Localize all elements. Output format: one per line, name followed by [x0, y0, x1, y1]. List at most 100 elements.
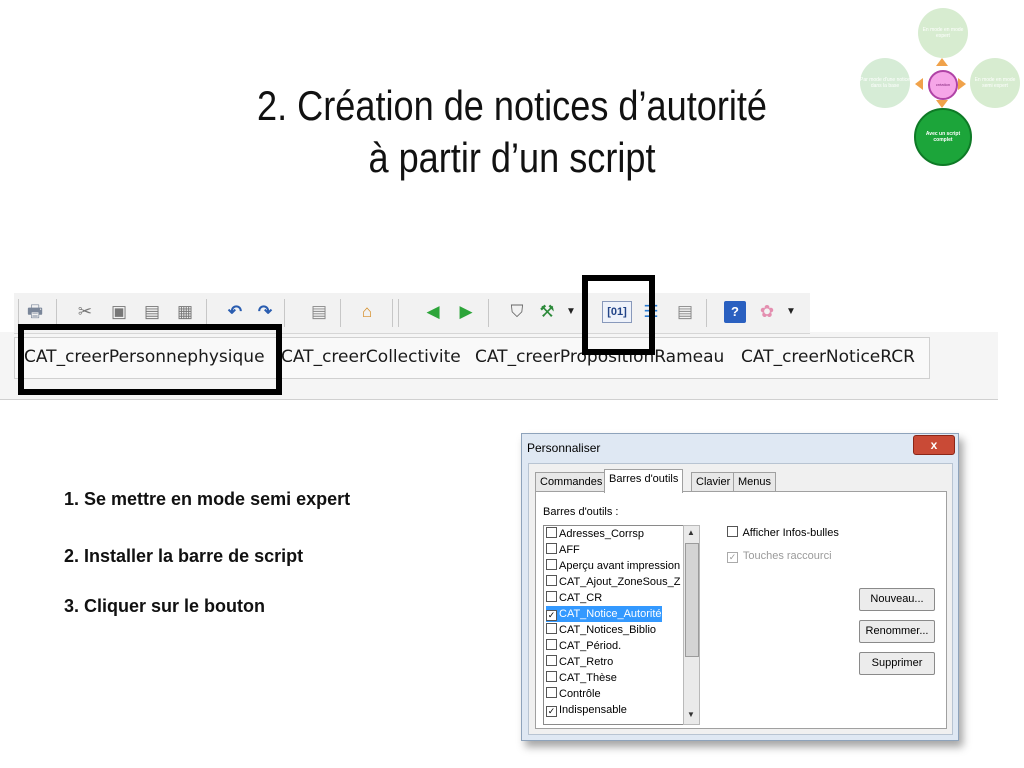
- instruction-step-3: 3. Cliquer sur le bouton: [64, 596, 266, 616]
- list-item[interactable]: Adresses_Corrsp: [546, 526, 644, 542]
- paste-special-icon[interactable]: ▦: [174, 301, 196, 323]
- filter-icon[interactable]: ⛉: [506, 301, 528, 323]
- toolbar-separator: [340, 299, 341, 327]
- cycle-arrow-down-icon: [936, 100, 948, 108]
- instruction-step-1: 1. Se mettre en mode semi expert: [64, 489, 351, 509]
- list-item[interactable]: CAT_Périod.: [546, 638, 621, 654]
- help-icon[interactable]: ?: [724, 301, 746, 323]
- tab-clavier[interactable]: Clavier: [691, 472, 736, 492]
- option-shortcuts: ✓ Touches raccourci: [727, 550, 832, 563]
- toolbar-separator: [706, 299, 707, 327]
- scroll-thumb[interactable]: [685, 543, 699, 657]
- list-item[interactable]: Contrôle: [546, 686, 601, 702]
- checkbox[interactable]: [727, 526, 738, 537]
- notepad-icon[interactable]: ▤: [674, 301, 696, 323]
- toolbar-separator: [488, 299, 489, 327]
- list-item-label: Contrôle: [559, 688, 601, 700]
- toolbar-separator: [206, 299, 207, 327]
- customize-dialog: Personnaliser x Commandes Barres d'outil…: [521, 433, 959, 741]
- checkbox[interactable]: [546, 591, 557, 602]
- rename-button[interactable]: Renommer...: [859, 620, 935, 643]
- copy-icon[interactable]: ▣: [108, 301, 130, 323]
- list-item[interactable]: CAT_Retro: [546, 654, 613, 670]
- checkbox[interactable]: [546, 687, 557, 698]
- cut-icon[interactable]: ✂: [74, 301, 96, 323]
- script-button-notice-rcr[interactable]: CAT_creerNoticeRCR: [741, 344, 915, 370]
- tab-commandes[interactable]: Commandes: [535, 472, 608, 492]
- checkbox[interactable]: [546, 559, 557, 570]
- list-item[interactable]: Aperçu avant impression: [546, 558, 680, 574]
- list-item[interactable]: CAT_Ajout_ZoneSous_Z: [546, 574, 680, 590]
- tab-menus[interactable]: Menus: [733, 472, 777, 492]
- highlight-frame-script-button: [18, 324, 282, 395]
- checkbox-checked: ✓: [727, 552, 738, 563]
- cycle-node-left: Par mode d'une notice dans la base: [860, 58, 910, 108]
- toolbars-label: Barres d'outils :: [543, 506, 619, 518]
- list-item-label: CAT_Périod.: [559, 640, 622, 652]
- checkbox-checked[interactable]: ✓: [546, 610, 557, 621]
- option-tooltips-label: Afficher Infos-bulles: [742, 527, 839, 539]
- toolbar-separator: [398, 299, 399, 327]
- dialog-title: Personnaliser: [527, 441, 601, 455]
- delete-button[interactable]: Supprimer: [859, 652, 935, 675]
- slide-title-line2: à partir d’un script: [368, 134, 656, 181]
- scroll-up-icon[interactable]: ▲: [687, 528, 695, 537]
- list-item-label: CAT_CR: [559, 592, 603, 604]
- script-button-collectivite[interactable]: CAT_creerCollectivite: [281, 344, 461, 370]
- toolbar-grip[interactable]: [18, 299, 19, 327]
- checkbox[interactable]: [546, 671, 557, 682]
- list-item[interactable]: CAT_CR: [546, 590, 602, 606]
- toolbars-list[interactable]: Adresses_Corrsp AFF Aperçu avant impress…: [543, 525, 685, 725]
- list-item-label: CAT_Notices_Biblio: [559, 624, 657, 636]
- forward-icon[interactable]: ▶: [455, 301, 477, 323]
- instruction-step-2: 2. Installer la barre de script: [64, 546, 304, 566]
- checkbox-checked[interactable]: ✓: [546, 706, 557, 717]
- undo-icon[interactable]: ↶: [224, 301, 246, 323]
- list-item[interactable]: CAT_Notices_Biblio: [546, 622, 656, 638]
- list-item-label: CAT_Retro: [559, 656, 614, 668]
- cycle-node-bottom: Avec un script complet: [914, 108, 972, 166]
- tab-barres-outils[interactable]: Barres d'outils: [604, 469, 684, 493]
- paste-icon[interactable]: ▤: [141, 301, 163, 323]
- cycle-arrow-up-icon: [936, 58, 948, 66]
- toolbar-separator: [392, 299, 393, 327]
- list-item[interactable]: ✓ Indispensable: [546, 702, 627, 718]
- pig-icon[interactable]: ✿: [756, 301, 778, 323]
- list-item-label: CAT_Thèse: [559, 672, 617, 684]
- tools-icon[interactable]: ⚒: [536, 301, 558, 323]
- checkbox[interactable]: [546, 623, 557, 634]
- checkbox[interactable]: [546, 655, 557, 666]
- list-item-selected[interactable]: ✓ CAT_Notice_Autorité: [546, 606, 662, 622]
- list-scrollbar[interactable]: ▲ ▼: [683, 525, 700, 725]
- checkbox[interactable]: [546, 543, 557, 554]
- checkbox[interactable]: [546, 575, 557, 586]
- save-icon[interactable]: ▤: [308, 301, 330, 323]
- new-button[interactable]: Nouveau...: [859, 588, 935, 611]
- cycle-arrow-left-icon: [915, 78, 923, 90]
- toolbar-separator: [56, 299, 57, 327]
- cycle-node-top: En mode en mode expert: [918, 8, 968, 58]
- cycle-node-right: En mode en mode semi expert: [970, 58, 1020, 108]
- dropdown-icon[interactable]: ▼: [564, 301, 578, 323]
- scroll-down-icon[interactable]: ▼: [687, 710, 695, 719]
- redo-icon[interactable]: ↷: [254, 301, 276, 323]
- checkbox[interactable]: [546, 527, 557, 538]
- list-item-label: Aperçu avant impression: [559, 560, 681, 572]
- list-item[interactable]: CAT_Thèse: [546, 670, 617, 686]
- checkbox[interactable]: [546, 639, 557, 650]
- list-item-label: AFF: [559, 544, 580, 556]
- slide-title: 2. Création de notices d’autorité à part…: [72, 80, 953, 184]
- close-icon[interactable]: x: [913, 435, 955, 455]
- list-item-label: Adresses_Corrsp: [559, 528, 644, 540]
- home-icon[interactable]: ⌂: [356, 301, 378, 323]
- back-icon[interactable]: ◀: [422, 301, 444, 323]
- list-item-label: CAT_Notice_Autorité: [559, 608, 662, 620]
- option-shortcuts-label: Touches raccourci: [742, 550, 832, 562]
- list-item[interactable]: AFF: [546, 542, 580, 558]
- cycle-node-center: création: [928, 70, 958, 100]
- dropdown-icon[interactable]: ▼: [784, 301, 798, 323]
- slide-title-line1: 2. Création de notices d’autorité: [256, 82, 768, 129]
- option-tooltips[interactable]: Afficher Infos-bulles: [727, 526, 839, 539]
- highlight-frame-toolbar-button: [582, 275, 655, 355]
- printer-icon[interactable]: 🖶: [24, 301, 46, 323]
